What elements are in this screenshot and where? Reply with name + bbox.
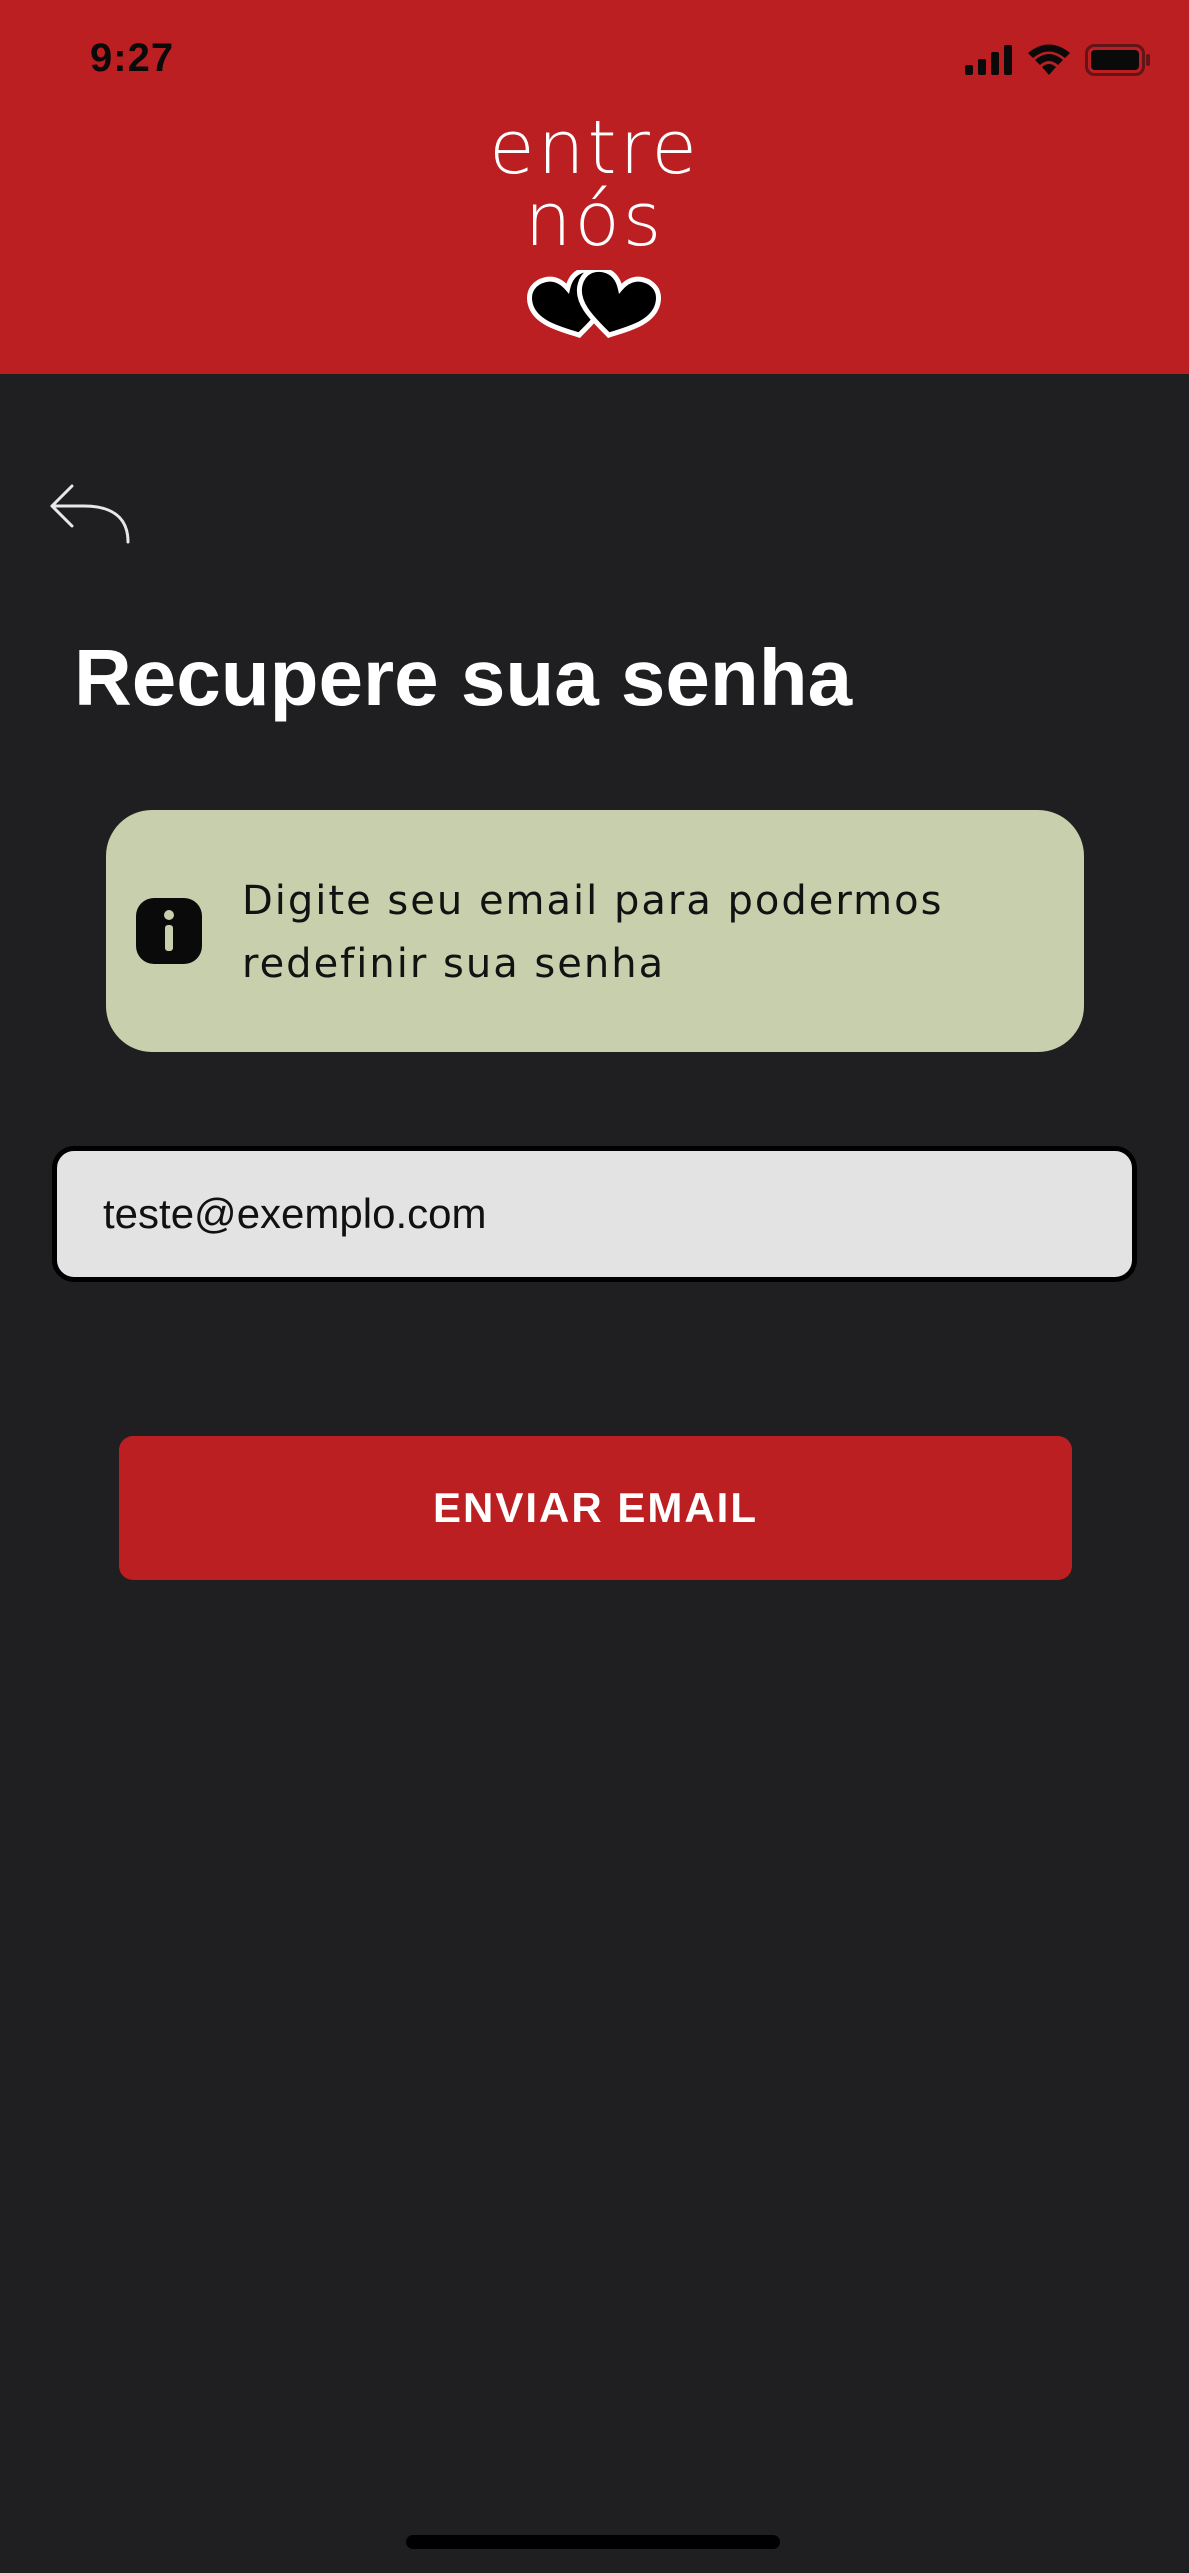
app-logo: entre nós bbox=[0, 105, 1189, 263]
cellular-signal-icon bbox=[965, 45, 1013, 80]
info-message: Digite seu email para podermos redefinir… bbox=[242, 870, 1042, 996]
battery-icon bbox=[1085, 44, 1151, 81]
email-field[interactable] bbox=[52, 1146, 1137, 1282]
status-bar-icons bbox=[965, 44, 1151, 81]
password-recovery-screen: 9:27 entre nós Recupere sua senha Digite… bbox=[0, 0, 1189, 2573]
logo-text-line2: nós bbox=[524, 177, 665, 263]
info-message-line1: Digite seu email para podermos bbox=[242, 878, 944, 924]
back-button[interactable] bbox=[44, 476, 140, 548]
status-bar-time: 9:27 bbox=[90, 36, 175, 80]
info-message-line2: redefinir sua senha bbox=[242, 941, 666, 987]
logo-text-line1: entre bbox=[489, 105, 700, 191]
back-arrow-icon bbox=[44, 484, 140, 552]
app-header: 9:27 entre nós bbox=[0, 0, 1189, 374]
page-title: Recupere sua senha bbox=[74, 633, 853, 722]
info-icon bbox=[134, 896, 204, 966]
info-banner: Digite seu email para podermos redefinir… bbox=[106, 810, 1084, 1052]
send-email-button[interactable]: ENVIAR EMAIL bbox=[119, 1436, 1072, 1580]
wifi-icon bbox=[1027, 44, 1071, 81]
two-hearts-icon bbox=[526, 266, 662, 340]
home-indicator[interactable] bbox=[406, 2535, 780, 2549]
